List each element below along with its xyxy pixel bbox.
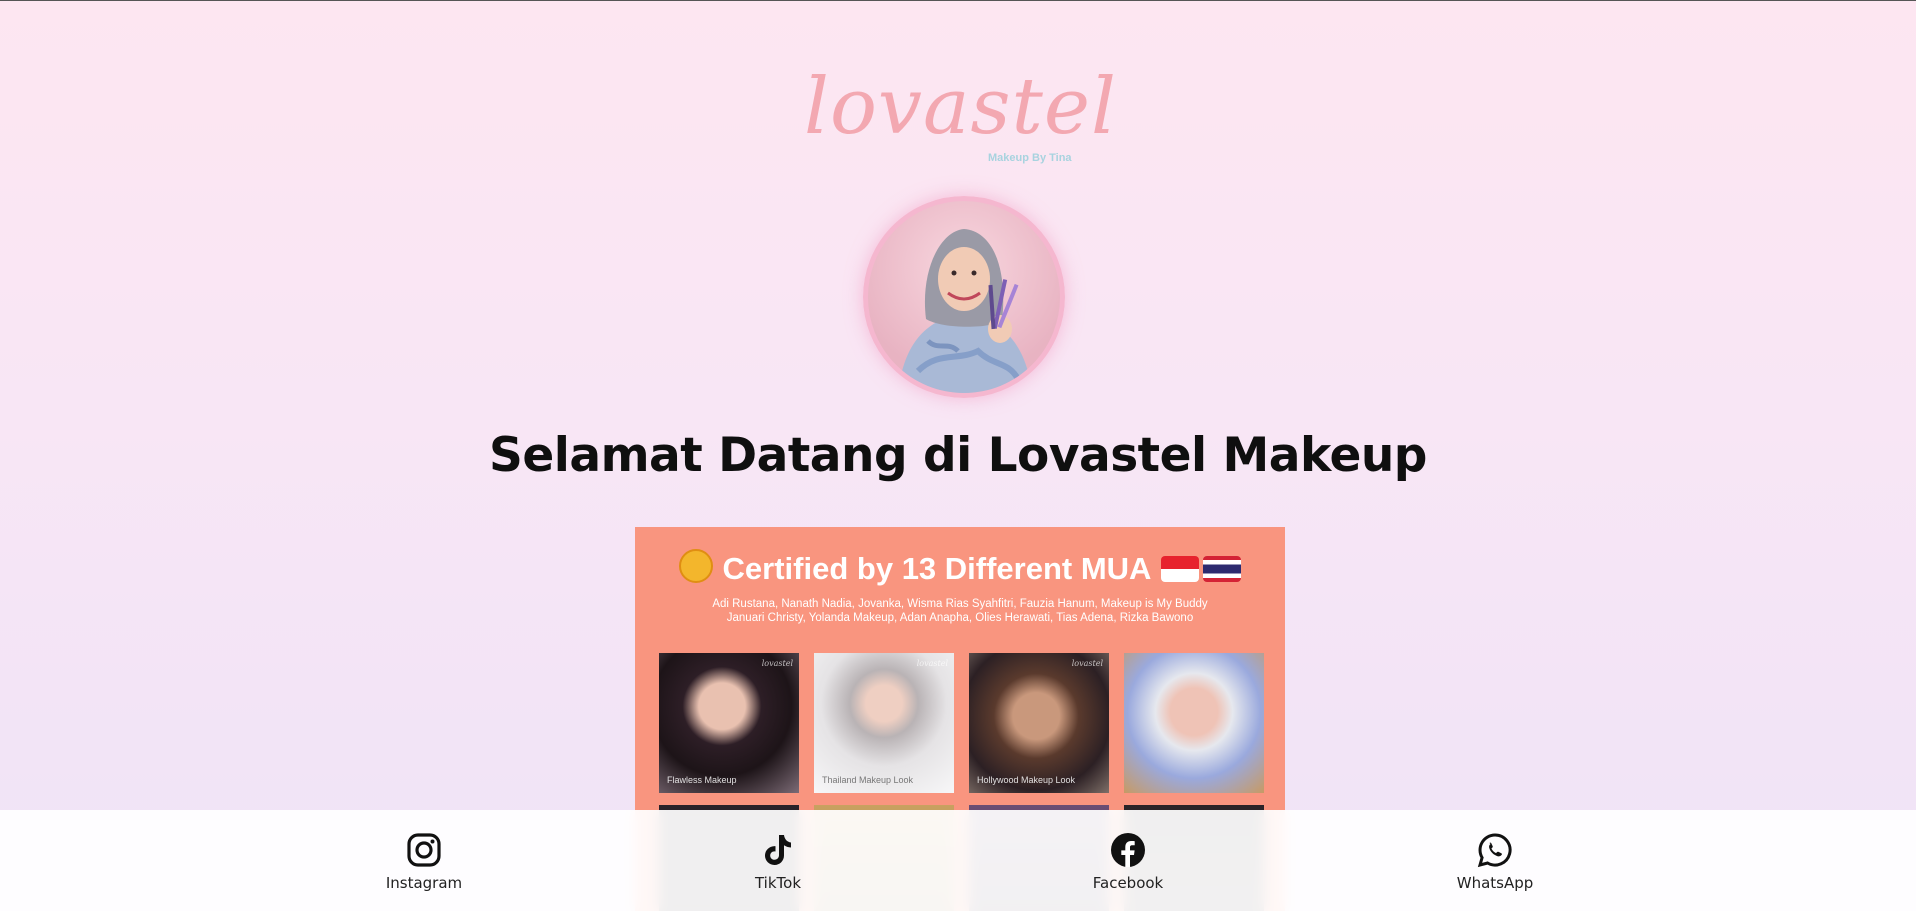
nav-label-whatsapp: WhatsApp — [1456, 874, 1534, 892]
tile-watermark: lovastel — [916, 659, 948, 668]
mua-names-line-1: Adi Rustana, Nanath Nadia, Jovanka, Wism… — [712, 598, 1208, 610]
whatsapp-icon — [1477, 833, 1512, 868]
portfolio-photo-1: lovastel Flawless Makeup — [659, 653, 799, 793]
tile-caption: Hollywood Makeup Look — [977, 775, 1076, 785]
nav-item-instagram[interactable]: Instagram — [354, 832, 494, 892]
nav-item-tiktok[interactable]: TikTok — [708, 832, 848, 892]
portfolio-photo-3: lovastel Hollywood Makeup Look — [969, 653, 1109, 793]
nav-label-instagram: Instagram — [385, 874, 463, 892]
portfolio-photo-4 — [1124, 653, 1264, 793]
banner-title-row: Certified by 13 Different MUA — [635, 549, 1285, 587]
mua-names-line-2: Januari Christy, Yolanda Makeup, Adan An… — [726, 612, 1194, 624]
mua-names: Adi Rustana, Nanath Nadia, Jovanka, Wism… — [635, 597, 1285, 625]
nav-item-facebook[interactable]: Facebook — [1058, 832, 1198, 892]
medal-icon — [678, 549, 713, 583]
nav-label-tiktok: TikTok — [754, 874, 802, 892]
indonesia-flag-icon — [1161, 556, 1200, 582]
nav-item-whatsapp[interactable]: WhatsApp — [1425, 832, 1565, 892]
top-border-line — [0, 0, 1916, 1]
tile-caption: Thailand Makeup Look — [822, 775, 914, 785]
facebook-icon — [1111, 833, 1145, 867]
bottom-social-nav: Instagram TikTok Facebook WhatsApp — [0, 810, 1916, 911]
brand-logo: lovastel Makeup By Tina — [790, 62, 1130, 180]
profile-avatar — [863, 196, 1065, 398]
portfolio-photo-2: lovastel Thailand Makeup Look — [814, 653, 954, 793]
tiktok-icon — [765, 835, 791, 865]
tile-watermark: lovastel — [1071, 659, 1103, 668]
instagram-icon — [407, 833, 441, 867]
page-title: Selamat Datang di Lovastel Makeup — [489, 428, 1427, 483]
thailand-flag-icon — [1203, 556, 1242, 582]
tile-watermark: lovastel — [761, 659, 793, 668]
logo-script-text: lovastel — [804, 62, 1117, 152]
nav-label-facebook: Facebook — [1092, 874, 1164, 892]
banner-title-text: Certified by 13 Different MUA — [722, 551, 1152, 586]
logo-subtitle: Makeup By Tina — [988, 152, 1072, 164]
tile-caption: Flawless Makeup — [667, 775, 737, 785]
